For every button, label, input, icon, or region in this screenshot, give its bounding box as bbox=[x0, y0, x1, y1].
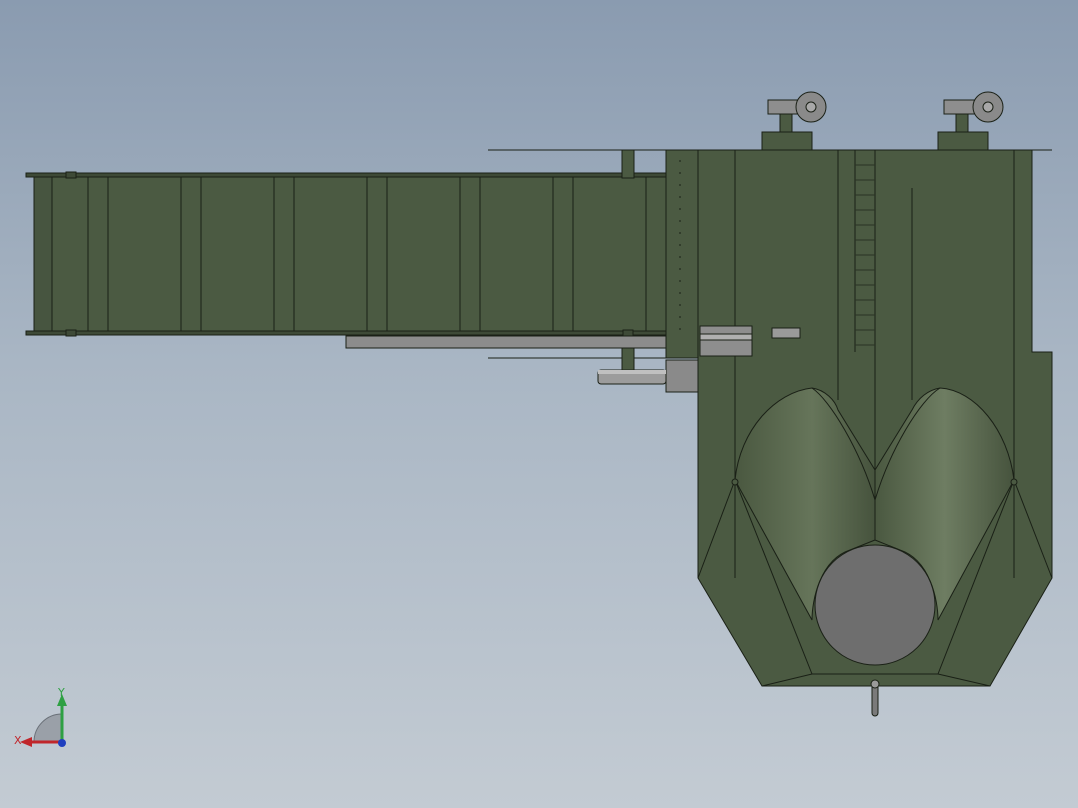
cad-model-view[interactable] bbox=[0, 0, 1078, 808]
conveyor-stiffener bbox=[459, 176, 481, 332]
pivot-left bbox=[731, 478, 739, 486]
drain-knob bbox=[870, 679, 880, 689]
motor-housing bbox=[665, 359, 699, 393]
y-axis-label: Y bbox=[57, 686, 65, 699]
coordinate-triad: Y X bbox=[14, 686, 67, 747]
conveyor-post bbox=[622, 329, 634, 337]
conveyor-stiffener bbox=[552, 176, 574, 332]
conveyor-stiffener bbox=[273, 176, 295, 332]
triad-arc bbox=[33, 713, 63, 743]
conveyor-post bbox=[65, 329, 77, 337]
bearing-block bbox=[699, 325, 753, 357]
x-axis-label: X bbox=[14, 734, 22, 747]
top-blower-right bbox=[937, 91, 1004, 151]
conveyor-stiffener bbox=[87, 176, 109, 332]
pivot-right bbox=[1010, 478, 1018, 486]
conveyor-assembly bbox=[25, 171, 667, 337]
conveyor-top-rail bbox=[25, 172, 667, 178]
conveyor-bottom-rail bbox=[25, 330, 667, 336]
bearing-cap bbox=[771, 327, 801, 339]
conveyor-post bbox=[65, 171, 77, 179]
conveyor-stiffener bbox=[645, 176, 667, 332]
blower-stem bbox=[955, 113, 969, 133]
blower-base bbox=[761, 131, 813, 151]
conveyor-stiffener bbox=[366, 176, 388, 332]
z-axis-icon bbox=[58, 739, 66, 747]
top-blower-left bbox=[761, 91, 827, 151]
upper-post bbox=[621, 149, 635, 179]
conveyor-end-plate bbox=[33, 176, 53, 332]
conveyor-stiffener bbox=[180, 176, 202, 332]
graphics-viewport[interactable]: Y X bbox=[0, 0, 1078, 808]
inlet-flange bbox=[665, 149, 699, 359]
hopper-body bbox=[665, 149, 1053, 717]
blower-base bbox=[937, 131, 989, 151]
outlet-port bbox=[814, 544, 936, 666]
blower-stem bbox=[779, 113, 793, 133]
